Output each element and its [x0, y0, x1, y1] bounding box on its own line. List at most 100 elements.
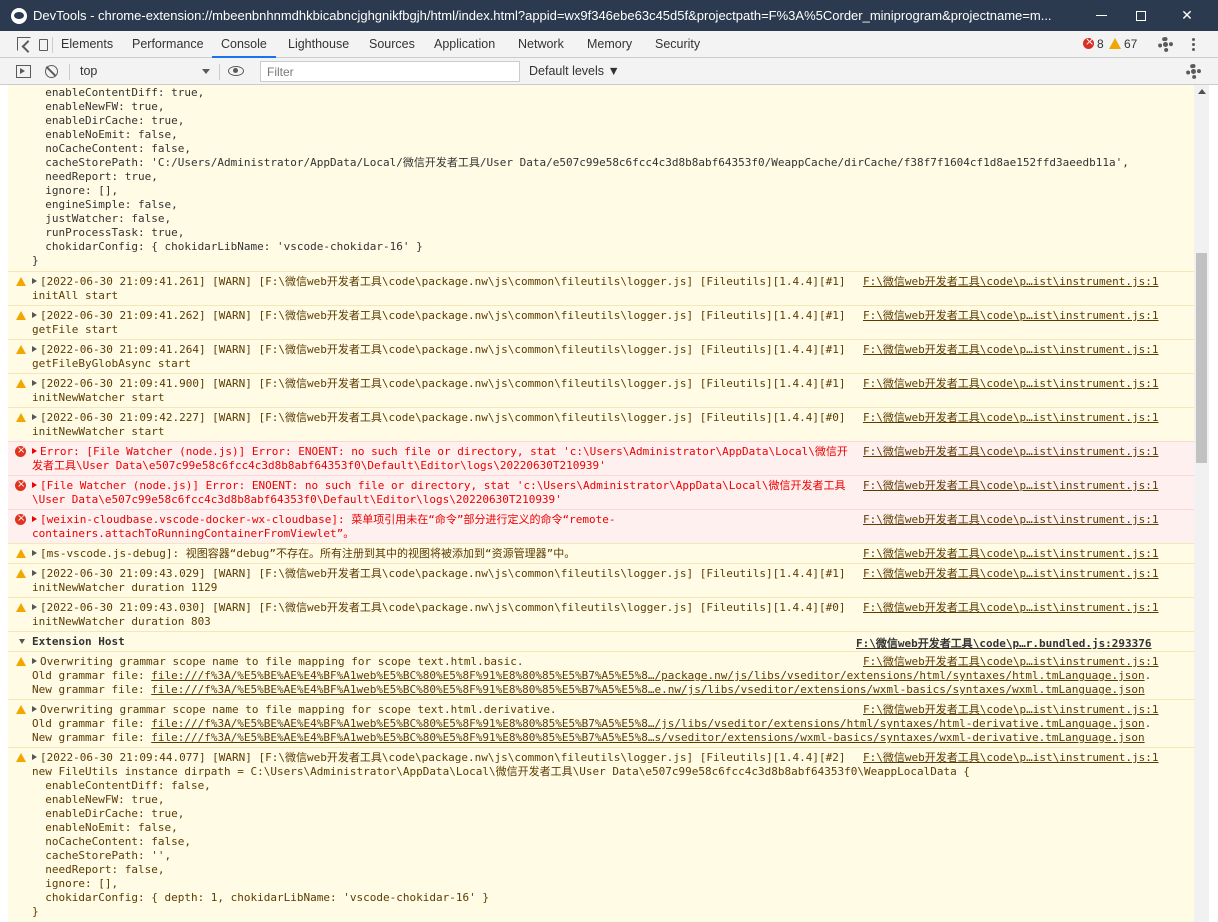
- warning-count[interactable]: 67: [1124, 31, 1137, 58]
- file-link[interactable]: file:///f%3A/%E5%BE%AE%E4%BF%A1web%E5%BC…: [151, 683, 1144, 696]
- devtools-app-icon: [11, 7, 27, 24]
- message-text[interactable]: [2022-06-30 21:09:43.030] [WARN] [F:\微信w…: [32, 601, 862, 615]
- tab-performance[interactable]: Performance: [132, 31, 204, 58]
- message-text[interactable]: [2022-06-30 21:09:43.029] [WARN] [F:\微信w…: [32, 567, 862, 581]
- expand-arrow-icon[interactable]: [32, 380, 37, 386]
- message-line: Error: [File Watcher (node.js)] Error: E…: [40, 445, 848, 458]
- show-console-sidebar-icon[interactable]: [16, 65, 31, 78]
- expand-arrow-icon[interactable]: [32, 550, 37, 556]
- message-line: [2022-06-30 21:09:43.029] [WARN] [F:\微信w…: [40, 567, 846, 580]
- close-icon: ✕: [1181, 7, 1193, 24]
- console-scrollbar[interactable]: [1194, 85, 1209, 922]
- warning-count-icon[interactable]: [1109, 38, 1121, 49]
- expand-arrow-icon[interactable]: [32, 312, 37, 318]
- message-text[interactable]: [2022-06-30 21:09:41.900] [WARN] [F:\微信w…: [32, 377, 862, 391]
- source-link[interactable]: F:\微信web开发者工具\code\p…r.bundled.js:293376: [856, 635, 1152, 651]
- scrollbar-thumb[interactable]: [1196, 253, 1207, 463]
- message-text[interactable]: [File Watcher (node.js)] Error: ENOENT: …: [32, 479, 862, 493]
- console-settings-gear-icon[interactable]: [1186, 64, 1201, 79]
- console-group-extension-host[interactable]: Extension Host F:\微信web开发者工具\code\p…r.bu…: [8, 631, 1194, 651]
- right-background-strip: [1209, 85, 1218, 922]
- log-levels-dropdown[interactable]: Default levels ▼: [529, 58, 620, 85]
- message-text[interactable]: [ms-vscode.js-debug]: 视图容器“debug”不存在。所有注…: [32, 547, 862, 561]
- message-text[interactable]: [2022-06-30 21:09:41.261] [WARN] [F:\微信w…: [32, 275, 862, 289]
- source-link[interactable]: F:\微信web开发者工具\code\p…ist\instrument.js:1: [863, 547, 1193, 561]
- tab-application[interactable]: Application: [434, 31, 495, 58]
- more-options-icon[interactable]: [1192, 38, 1195, 52]
- expand-arrow-icon[interactable]: [32, 414, 37, 420]
- filter-input[interactable]: [260, 61, 520, 82]
- message-line: [2022-06-30 21:09:43.030] [WARN] [F:\微信w…: [40, 601, 846, 614]
- inspect-element-icon[interactable]: [17, 37, 31, 51]
- source-link[interactable]: F:\微信web开发者工具\code\p…ist\instrument.js:1: [863, 703, 1193, 717]
- expand-arrow-icon[interactable]: [32, 570, 37, 576]
- device-toolbar-icon[interactable]: [39, 39, 48, 51]
- message-text[interactable]: [2022-06-30 21:09:41.262] [WARN] [F:\微信w…: [32, 309, 862, 323]
- message-text[interactable]: [2022-06-30 21:09:42.227] [WARN] [F:\微信w…: [32, 411, 862, 425]
- source-link[interactable]: F:\微信web开发者工具\code\p…ist\instrument.js:1: [863, 309, 1193, 323]
- error-icon: [15, 512, 26, 526]
- source-link[interactable]: F:\微信web开发者工具\code\p…ist\instrument.js:1: [863, 751, 1193, 765]
- tab-memory[interactable]: Memory: [587, 31, 632, 58]
- source-link[interactable]: F:\微信web开发者工具\code\p…ist\instrument.js:1: [863, 513, 1193, 527]
- tab-lighthouse[interactable]: Lighthouse: [288, 31, 349, 58]
- error-count[interactable]: 8: [1097, 31, 1104, 58]
- message-text[interactable]: [2022-06-30 21:09:41.264] [WARN] [F:\微信w…: [32, 343, 862, 357]
- source-link[interactable]: F:\微信web开发者工具\code\p…ist\instrument.js:1: [863, 377, 1193, 391]
- error-icon: [15, 478, 26, 492]
- message-line: containers.attachToRunningContainerFromV…: [32, 527, 355, 540]
- source-link[interactable]: F:\微信web开发者工具\code\p…ist\instrument.js:1: [863, 343, 1193, 357]
- source-link[interactable]: F:\微信web开发者工具\code\p…ist\instrument.js:1: [863, 567, 1193, 581]
- expand-arrow-icon[interactable]: [32, 448, 37, 454]
- toolbar-separator: [69, 64, 70, 80]
- collapse-arrow-icon[interactable]: [19, 639, 25, 644]
- tab-network[interactable]: Network: [518, 31, 564, 58]
- source-link[interactable]: F:\微信web开发者工具\code\p…ist\instrument.js:1: [863, 275, 1193, 289]
- message-text[interactable]: Overwriting grammar scope name to file m…: [32, 703, 862, 717]
- console-error-message: [weixin-cloudbase.vscode-docker-wx-cloud…: [8, 509, 1194, 543]
- expand-arrow-icon[interactable]: [32, 658, 37, 664]
- scroll-up-arrow-icon[interactable]: [1198, 89, 1206, 94]
- file-link[interactable]: file:///f%3A/%E5%BE%AE%E4%BF%A1web%E5%BC…: [151, 669, 1144, 682]
- clear-console-icon[interactable]: [45, 65, 58, 78]
- expand-arrow-icon[interactable]: [32, 278, 37, 284]
- file-link[interactable]: file:///f%3A/%E5%BE%AE%E4%BF%A1web%E5%BC…: [151, 731, 1144, 744]
- expand-arrow-icon[interactable]: [32, 754, 37, 760]
- error-count-icon[interactable]: [1083, 35, 1094, 49]
- message-line: getFileByGlobAsync start: [32, 357, 191, 370]
- source-link[interactable]: F:\微信web开发者工具\code\p…ist\instrument.js:1: [863, 445, 1193, 459]
- close-button[interactable]: ✕: [1164, 0, 1210, 31]
- expand-arrow-icon[interactable]: [32, 516, 37, 522]
- message-text[interactable]: Overwriting grammar scope name to file m…: [32, 655, 862, 669]
- source-link[interactable]: F:\微信web开发者工具\code\p…ist\instrument.js:1: [863, 601, 1193, 615]
- maximize-button[interactable]: [1118, 0, 1164, 31]
- source-link[interactable]: F:\微信web开发者工具\code\p…ist\instrument.js:1: [863, 411, 1193, 425]
- context-selector[interactable]: top: [80, 58, 212, 85]
- tab-elements[interactable]: Elements: [61, 31, 113, 58]
- grammar-label: New grammar file:: [32, 683, 152, 696]
- toolbar-separator: [219, 64, 220, 80]
- source-link[interactable]: F:\微信web开发者工具\code\p…ist\instrument.js:1: [863, 479, 1193, 493]
- expand-arrow-icon[interactable]: [32, 706, 37, 712]
- console-error-message: [File Watcher (node.js)] Error: ENOENT: …: [8, 475, 1194, 509]
- devtools-tab-bar: Elements Performance Console Lighthouse …: [0, 31, 1218, 58]
- message-text[interactable]: [2022-06-30 21:09:44.077] [WARN] [F:\微信w…: [32, 751, 862, 765]
- tab-sources[interactable]: Sources: [369, 31, 415, 58]
- live-expression-eye-icon[interactable]: [228, 66, 244, 76]
- console-warning-message: [2022-06-30 21:09:41.900] [WARN] [F:\微信w…: [8, 373, 1194, 407]
- grammar-label: Old grammar file:: [32, 717, 152, 730]
- expand-arrow-icon[interactable]: [32, 346, 37, 352]
- console-warning-message: [2022-06-30 21:09:41.261] [WARN] [F:\微信w…: [8, 271, 1194, 305]
- settings-gear-icon[interactable]: [1158, 37, 1173, 52]
- message-line: New grammar file: file:///f%3A/%E5%BE%AE…: [32, 683, 1182, 697]
- source-link[interactable]: F:\微信web开发者工具\code\p…ist\instrument.js:1: [863, 655, 1193, 669]
- message-text[interactable]: Error: [File Watcher (node.js)] Error: E…: [32, 445, 862, 459]
- expand-arrow-icon[interactable]: [32, 604, 37, 610]
- message-text[interactable]: [weixin-cloudbase.vscode-docker-wx-cloud…: [32, 513, 862, 527]
- file-link[interactable]: file:///f%3A/%E5%BE%AE%E4%BF%A1web%E5%BC…: [151, 717, 1144, 730]
- expand-arrow-icon[interactable]: [32, 482, 37, 488]
- window-title-bar: DevTools - chrome-extension://mbeenbnhnm…: [0, 0, 1218, 31]
- tab-security[interactable]: Security: [655, 31, 700, 58]
- maximize-icon: [1136, 10, 1146, 21]
- tab-console[interactable]: Console: [212, 31, 276, 58]
